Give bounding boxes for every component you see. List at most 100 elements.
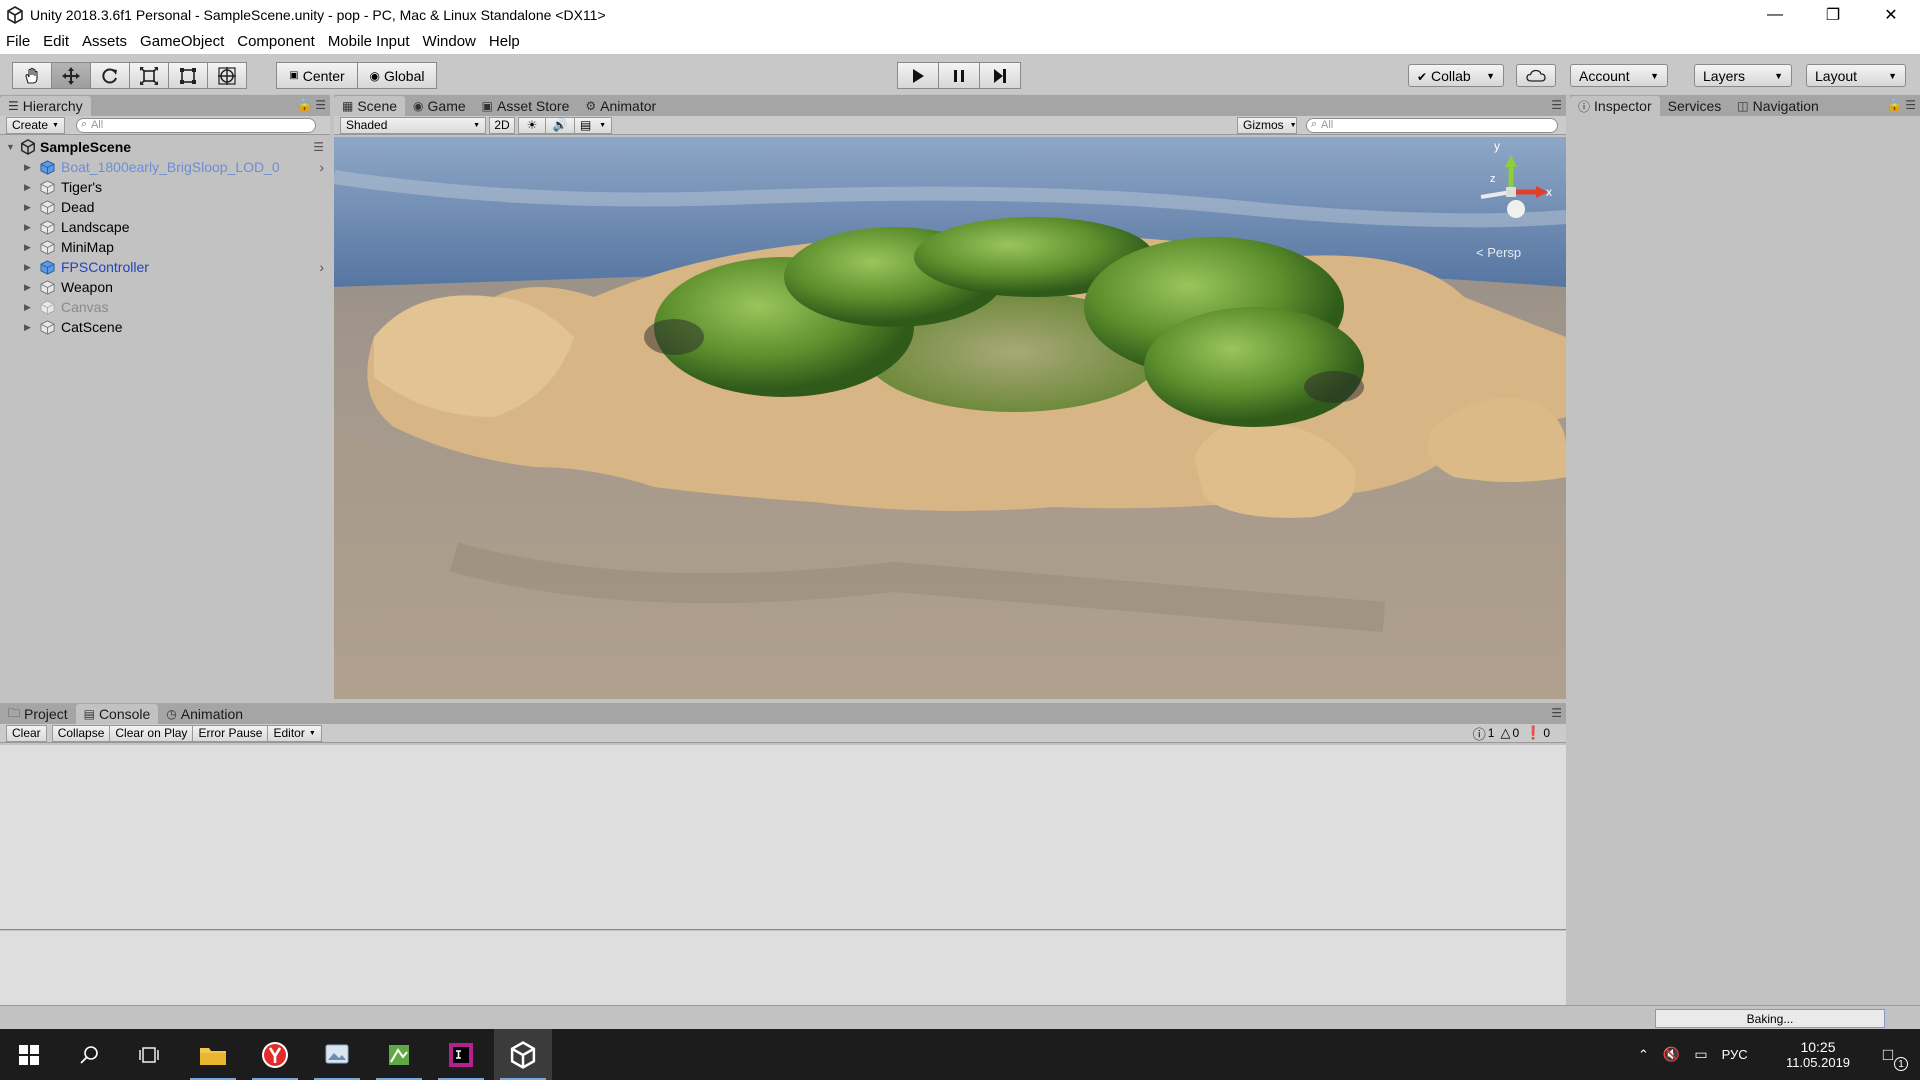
- panel-options-icon[interactable]: ☰: [1551, 706, 1562, 720]
- expand-arrow-icon[interactable]: ▶: [24, 302, 36, 313]
- scene-search-input[interactable]: All: [1306, 117, 1558, 133]
- tab-game[interactable]: ◉ Game: [405, 96, 474, 116]
- scene-viewport[interactable]: y x z < Persp: [334, 137, 1566, 699]
- volume-muted-icon[interactable]: 🔇: [1663, 1046, 1680, 1063]
- error-pause-button[interactable]: Error Pause: [192, 724, 269, 742]
- taskbar-file-explorer[interactable]: [184, 1029, 242, 1080]
- tab-hierarchy[interactable]: ☰ Hierarchy: [0, 96, 91, 116]
- rotate-tool-button[interactable]: [90, 62, 130, 89]
- transform-tool-button[interactable]: [207, 62, 247, 89]
- taskbar-yandex-browser[interactable]: [246, 1029, 304, 1080]
- play-button[interactable]: [897, 62, 939, 89]
- action-center-button[interactable]: □ 1: [1868, 1029, 1908, 1080]
- menu-edit[interactable]: Edit: [43, 33, 69, 50]
- menu-file[interactable]: File: [6, 33, 30, 50]
- hierarchy-item[interactable]: ▶ Tiger's: [0, 177, 330, 197]
- clear-button[interactable]: Clear: [6, 724, 47, 742]
- effects-dropdown[interactable]: ▤ ▼: [574, 116, 612, 134]
- open-prefab-chevron-icon[interactable]: ›: [319, 259, 324, 275]
- taskbar-image-viewer[interactable]: [308, 1029, 366, 1080]
- editor-dropdown[interactable]: Editor ▼: [267, 724, 322, 742]
- expand-arrow-icon[interactable]: ▶: [24, 282, 36, 293]
- hierarchy-item[interactable]: ▶ CatScene: [0, 317, 330, 337]
- collab-dropdown[interactable]: ✔ Collab ▼: [1408, 64, 1504, 87]
- warning-count-toggle[interactable]: △ 0: [1500, 724, 1519, 743]
- clear-on-play-button[interactable]: Clear on Play: [109, 724, 194, 742]
- close-button[interactable]: ✕: [1862, 0, 1920, 29]
- step-button[interactable]: [979, 62, 1021, 89]
- info-count-toggle[interactable]: ⓘ 1: [1473, 724, 1495, 743]
- scene-orientation-gizmo[interactable]: y x z < Persp: [1466, 139, 1556, 260]
- menu-mobile-input[interactable]: Mobile Input: [328, 33, 410, 50]
- scale-tool-button[interactable]: [129, 62, 169, 89]
- scene-row[interactable]: ▼ SampleScene ☰: [0, 137, 330, 157]
- baking-progress[interactable]: Baking...: [1655, 1009, 1885, 1028]
- menu-gameobject[interactable]: GameObject: [140, 33, 224, 50]
- panel-options-icon[interactable]: ☰: [1551, 98, 1562, 112]
- expand-arrow-icon[interactable]: ▶: [24, 262, 36, 273]
- tab-animation[interactable]: ◷ Animation: [158, 704, 251, 724]
- account-dropdown[interactable]: Account ▼: [1570, 64, 1668, 87]
- tab-animator[interactable]: ⚙ Animator: [577, 96, 664, 116]
- hierarchy-item[interactable]: ▶ FPSController ›: [0, 257, 330, 277]
- move-tool-button[interactable]: [51, 62, 91, 89]
- hierarchy-item[interactable]: ▶ Dead: [0, 197, 330, 217]
- cloud-button[interactable]: [1516, 64, 1556, 87]
- pause-button[interactable]: [938, 62, 980, 89]
- projection-toggle[interactable]: < Persp: [1476, 245, 1521, 260]
- 2d-toggle[interactable]: 2D: [489, 116, 515, 134]
- start-button[interactable]: [0, 1029, 58, 1080]
- error-count-toggle[interactable]: ❗ 0: [1525, 724, 1550, 743]
- hierarchy-item[interactable]: ▶ Landscape: [0, 217, 330, 237]
- input-language-indicator[interactable]: РУС: [1722, 1047, 1748, 1062]
- gizmos-dropdown[interactable]: Gizmos ▼: [1237, 116, 1297, 134]
- panel-options-icon[interactable]: 🔒 ☰: [297, 98, 326, 112]
- hierarchy-item[interactable]: ▶ MiniMap: [0, 237, 330, 257]
- taskbar-maps-app[interactable]: [370, 1029, 428, 1080]
- scene-options-icon[interactable]: ☰: [313, 140, 324, 154]
- layout-dropdown[interactable]: Layout ▼: [1806, 64, 1906, 87]
- console-detail-area[interactable]: [0, 931, 1566, 1005]
- hierarchy-item[interactable]: ▶ Canvas: [0, 297, 330, 317]
- task-view-button[interactable]: [120, 1029, 178, 1080]
- expand-arrow-icon[interactable]: ▼: [6, 142, 18, 152]
- tab-navigation[interactable]: ◫ Navigation: [1729, 96, 1827, 116]
- tab-asset-store[interactable]: ▣ Asset Store: [474, 96, 578, 116]
- taskbar-unity[interactable]: [494, 1029, 552, 1080]
- taskbar-clock[interactable]: 10:25 11.05.2019: [1770, 1029, 1866, 1080]
- rect-tool-button[interactable]: [168, 62, 208, 89]
- menu-component[interactable]: Component: [237, 33, 315, 50]
- tab-project[interactable]: 🗀 Project: [0, 704, 76, 724]
- restore-button[interactable]: ❐: [1804, 0, 1862, 29]
- tab-scene[interactable]: ▦ Scene: [334, 96, 406, 116]
- shading-mode-dropdown[interactable]: Shaded ▼: [340, 116, 486, 134]
- panel-options-icon[interactable]: 🔒 ☰: [1887, 98, 1916, 112]
- lighting-toggle[interactable]: ☀: [518, 116, 546, 134]
- tab-console[interactable]: ▤ Console: [75, 704, 159, 724]
- tab-inspector[interactable]: ⓘ Inspector: [1570, 96, 1660, 116]
- expand-arrow-icon[interactable]: ▶: [24, 222, 36, 233]
- pivot-rotation-button[interactable]: ◉ Global: [357, 62, 437, 89]
- menu-assets[interactable]: Assets: [82, 33, 127, 50]
- expand-arrow-icon[interactable]: ▶: [24, 202, 36, 213]
- minimize-button[interactable]: —: [1746, 0, 1804, 29]
- audio-toggle[interactable]: 🔊: [545, 116, 575, 134]
- tab-services[interactable]: Services: [1660, 96, 1730, 116]
- expand-arrow-icon[interactable]: ▶: [24, 322, 36, 333]
- menu-window[interactable]: Window: [423, 33, 476, 50]
- hierarchy-item[interactable]: ▶ Weapon: [0, 277, 330, 297]
- hierarchy-item[interactable]: ▶ Boat_1800early_BrigSloop_LOD_0 ›: [0, 157, 330, 177]
- expand-arrow-icon[interactable]: ▶: [24, 162, 36, 173]
- battery-icon[interactable]: ▭: [1694, 1046, 1707, 1063]
- pivot-mode-button[interactable]: ▣ Center: [276, 62, 358, 89]
- collapse-button[interactable]: Collapse: [51, 724, 111, 742]
- show-hidden-icons-chevron-icon[interactable]: ⌃: [1638, 1047, 1649, 1063]
- hierarchy-search-input[interactable]: All: [75, 117, 316, 133]
- taskbar-search-button[interactable]: [60, 1029, 118, 1080]
- taskbar-jetbrains-ide[interactable]: [432, 1029, 490, 1080]
- console-log-list[interactable]: [0, 745, 1566, 930]
- layers-dropdown[interactable]: Layers ▼: [1694, 64, 1792, 87]
- expand-arrow-icon[interactable]: ▶: [24, 182, 36, 193]
- hand-tool-button[interactable]: [12, 62, 52, 89]
- open-prefab-chevron-icon[interactable]: ›: [319, 159, 324, 175]
